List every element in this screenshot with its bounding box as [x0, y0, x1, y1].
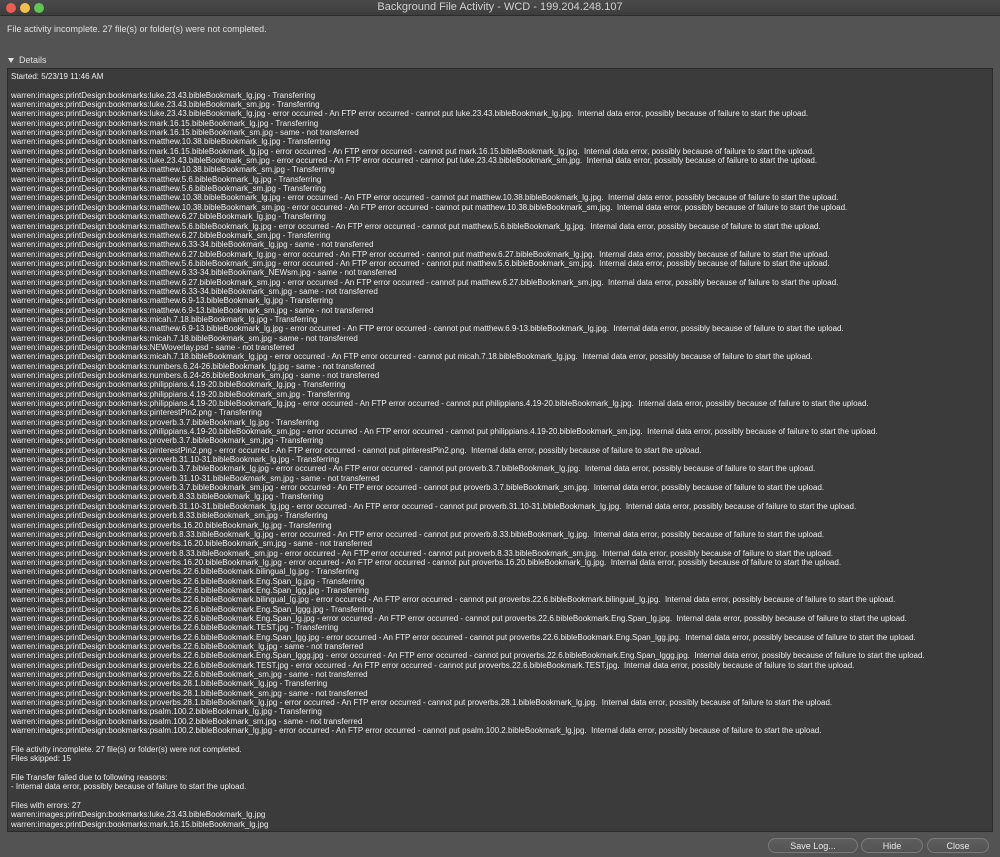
- log-line: warren:images:printDesign:bookmarks:matt…: [11, 286, 378, 296]
- log-line: warren:images:printDesign:bookmarks:pint…: [11, 408, 262, 418]
- log-line: warren:images:printDesign:bookmarks:matt…: [11, 277, 839, 287]
- log-line: warren:images:printDesign:bookmarks:prov…: [11, 455, 340, 465]
- log-line: Files with errors: 27: [11, 800, 81, 810]
- log-line: warren:images:printDesign:bookmarks:prov…: [11, 501, 857, 511]
- log-text: Started: 5/23/19 11:46 AM warren:images:p…: [11, 72, 989, 829]
- log-line: warren:images:printDesign:bookmarks:psal…: [11, 707, 322, 717]
- log-line: warren:images:printDesign:bookmarks:matt…: [11, 193, 839, 203]
- log-line: warren:images:printDesign:bookmarks:prov…: [11, 548, 834, 558]
- log-line: warren:images:printDesign:bookmarks:prov…: [11, 464, 816, 474]
- log-line: warren:images:printDesign:bookmarks:prov…: [11, 511, 328, 521]
- log-line: warren:images:printDesign:bookmarks:phil…: [11, 427, 878, 437]
- log-line: warren:images:printDesign:bookmarks:matt…: [11, 221, 821, 231]
- log-line: warren:images:printDesign:bookmarks:prov…: [11, 520, 332, 530]
- log-line: warren:images:printDesign:bookmarks:numb…: [11, 371, 380, 380]
- save-log-button[interactable]: Save Log...: [768, 838, 858, 853]
- log-line: warren:images:printDesign:bookmarks:matt…: [11, 137, 331, 147]
- log-line: warren:images:printDesign:bookmarks:prov…: [11, 492, 324, 502]
- log-line: warren:images:printDesign:bookmarks:matt…: [11, 296, 333, 306]
- close-button[interactable]: Close: [927, 838, 989, 853]
- log-line: warren:images:printDesign:bookmarks:matt…: [11, 202, 848, 212]
- log-line: warren:images:printDesign:bookmarks:matt…: [11, 305, 374, 315]
- log-line: warren:images:printDesign:bookmarks:mark…: [11, 146, 815, 156]
- log-line: warren:images:printDesign:bookmarks:prov…: [11, 688, 368, 698]
- log-line: warren:images:printDesign:bookmarks:prov…: [11, 698, 833, 708]
- background-file-activity-window: Background File Activity - WCD - 199.204…: [0, 0, 1000, 857]
- log-line: warren:images:printDesign:bookmarks:psal…: [11, 726, 822, 736]
- log-line: warren:images:printDesign:bookmarks:mark…: [11, 118, 319, 128]
- log-line: warren:images:printDesign:bookmarks:numb…: [11, 361, 375, 371]
- log-line: warren:images:printDesign:bookmarks:pint…: [11, 445, 702, 455]
- log-line: warren:images:printDesign:bookmarks:matt…: [11, 212, 326, 222]
- log-line: File Transfer failed due to following re…: [11, 772, 168, 782]
- log-line: warren:images:printDesign:bookmarks:mica…: [11, 314, 318, 324]
- log-line: warren:images:printDesign:bookmarks:mica…: [11, 352, 813, 362]
- log-line: warren:images:printDesign:bookmarks:matt…: [11, 324, 844, 334]
- log-line: warren:images:printDesign:bookmarks:prov…: [11, 417, 319, 427]
- details-disclosure[interactable]: Details: [8, 55, 47, 65]
- log-line: warren:images:printDesign:bookmarks:prov…: [11, 557, 842, 567]
- log-line: warren:images:printDesign:bookmarks:luke…: [11, 109, 809, 119]
- log-line: warren:images:printDesign:bookmarks:prov…: [11, 632, 916, 642]
- log-line: warren:images:printDesign:bookmarks:prov…: [11, 613, 907, 623]
- status-message: File activity incomplete. 27 file(s) or …: [7, 24, 267, 34]
- log-line: warren:images:printDesign:bookmarks:luke…: [11, 90, 316, 100]
- log-line: warren:images:printDesign:bookmarks:matt…: [11, 165, 335, 175]
- log-line: warren:images:printDesign:bookmarks:prov…: [11, 670, 368, 679]
- window-title: Background File Activity - WCD - 199.204…: [377, 1, 623, 13]
- log-line: warren:images:printDesign:bookmarks:prov…: [11, 641, 364, 651]
- log-line: warren:images:printDesign:bookmarks:luke…: [11, 100, 320, 110]
- log-line: warren:images:printDesign:bookmarks:prov…: [11, 651, 925, 661]
- log-line: Started: 5/23/19 11:46 AM: [11, 72, 104, 81]
- log-line: warren:images:printDesign:bookmarks:prov…: [11, 567, 359, 577]
- log-line: - Internal data error, possibly because …: [11, 782, 247, 792]
- log-line: warren:images:printDesign:bookmarks:prov…: [11, 436, 324, 446]
- log-line: warren:images:printDesign:bookmarks:matt…: [11, 174, 322, 184]
- log-line: warren:images:printDesign:bookmarks:matt…: [11, 240, 374, 250]
- log-line: warren:images:printDesign:bookmarks:prov…: [11, 585, 369, 595]
- log-line: warren:images:printDesign:bookmarks:luke…: [11, 156, 818, 166]
- footer-bar: Save Log... Hide Close: [0, 836, 1000, 857]
- log-line: warren:images:printDesign:bookmarks:mark…: [11, 819, 269, 829]
- log-line: warren:images:printDesign:bookmarks:phil…: [11, 399, 869, 409]
- log-line: warren:images:printDesign:bookmarks:prov…: [11, 604, 374, 614]
- hide-button[interactable]: Hide: [861, 838, 923, 853]
- details-label: Details: [19, 55, 47, 65]
- log-line: warren:images:printDesign:bookmarks:prov…: [11, 576, 365, 586]
- disclosure-triangle-icon[interactable]: [8, 57, 14, 63]
- log-line: warren:images:printDesign:bookmarks:mark…: [11, 128, 359, 138]
- log-panel[interactable]: Started: 5/23/19 11:46 AM warren:images:p…: [7, 68, 993, 832]
- log-line: warren:images:printDesign:bookmarks:prov…: [11, 679, 328, 689]
- log-line: warren:images:printDesign:bookmarks:psal…: [11, 716, 363, 726]
- log-line: warren:images:printDesign:bookmarks:mica…: [11, 333, 358, 343]
- log-line: warren:images:printDesign:bookmarks:prov…: [11, 623, 339, 633]
- log-line: warren:images:printDesign:bookmarks:prov…: [11, 539, 373, 549]
- log-line: Files skipped: 15: [11, 754, 72, 764]
- log-line: warren:images:printDesign:bookmarks:matt…: [11, 249, 830, 259]
- log-line: warren:images:printDesign:bookmarks:phil…: [11, 380, 346, 390]
- log-line: warren:images:printDesign:bookmarks:phil…: [11, 389, 350, 399]
- log-line: warren:images:printDesign:bookmarks:prov…: [11, 473, 380, 483]
- log-line: warren:images:printDesign:bookmarks:luke…: [11, 810, 266, 820]
- log-line: warren:images:printDesign:bookmarks:matt…: [11, 230, 331, 240]
- log-line: warren:images:printDesign:bookmarks:prov…: [11, 483, 825, 493]
- log-line: warren:images:printDesign:bookmarks:matt…: [11, 258, 830, 268]
- log-line: warren:images:printDesign:bookmarks:matt…: [11, 268, 397, 278]
- log-line: warren:images:printDesign:bookmarks:NEWo…: [11, 342, 295, 352]
- log-line: warren:images:printDesign:bookmarks:prov…: [11, 529, 825, 539]
- log-line: warren:images:printDesign:bookmarks:prov…: [11, 660, 855, 670]
- log-line: File activity incomplete. 27 file(s) or …: [11, 744, 242, 754]
- title-bar[interactable]: Background File Activity - WCD - 199.204…: [0, 0, 1000, 16]
- log-line: warren:images:printDesign:bookmarks:prov…: [11, 595, 896, 605]
- log-line: warren:images:printDesign:bookmarks:matt…: [11, 184, 326, 194]
